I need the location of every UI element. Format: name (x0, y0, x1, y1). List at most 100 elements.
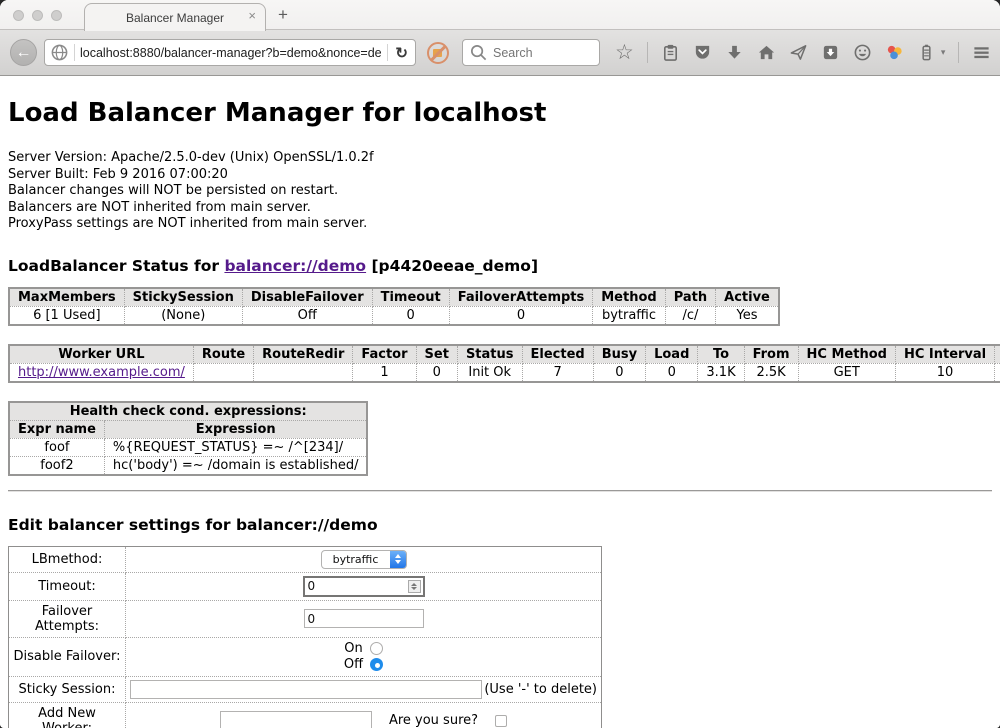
content-blocked-icon[interactable] (427, 42, 449, 64)
server-built-line: Server Built: Feb 9 2016 07:00:20 (8, 167, 992, 184)
page-content: Load Balancer Manager for localhost Serv… (0, 76, 1000, 728)
number-spinner-icon[interactable] (408, 580, 421, 593)
persist-note-line: Balancer changes will NOT be persisted o… (8, 183, 992, 200)
balancer-demo-link[interactable]: balancer://demo (224, 257, 366, 275)
are-you-sure-checkbox[interactable] (495, 715, 507, 727)
load-cell: 0 (646, 363, 698, 382)
expression-cell: hc('body') =~ /domain is established/ (104, 456, 367, 475)
lbmethod-selected-value: bytraffic (322, 553, 390, 566)
toolbar-divider (958, 42, 959, 63)
zoom-window-button[interactable] (51, 10, 62, 21)
sticky-session-input[interactable] (130, 680, 482, 699)
sticky-session-cell: (Use '-' to delete) (126, 676, 602, 702)
timeout-cell: 0 (372, 306, 449, 325)
failover-on-radio[interactable] (370, 642, 383, 655)
hc-interval-cell: 10 (895, 363, 994, 382)
feedback-smiley-icon[interactable] (853, 43, 872, 62)
failover-attempts-input[interactable] (304, 609, 424, 628)
proxypass-note-line: ProxyPass settings are NOT inherited fro… (8, 216, 992, 233)
column-header: Active (716, 288, 779, 307)
balancer-status-table: MaxMembersStickySessionDisableFailoverTi… (8, 287, 780, 326)
tab-close-icon[interactable]: × (248, 9, 256, 22)
clipboard-icon[interactable] (661, 43, 680, 62)
column-header: From (744, 345, 798, 364)
hc-header-row: Expr nameExpression (9, 420, 367, 438)
timeout-input[interactable]: 0 (303, 576, 425, 597)
column-header: Passes (995, 345, 1000, 364)
column-header: Route (193, 345, 253, 364)
sticky-session-row: Sticky Session: (Use '-' to delete) (9, 676, 602, 702)
search-input[interactable] (493, 46, 593, 60)
toolbar-icons: ☆ (615, 42, 1000, 63)
browser-window: Balancer Manager × + ← localhost:8880/ba… (0, 0, 1000, 728)
timeout-value-cell: 0 (126, 572, 602, 600)
column-header: To (698, 345, 744, 364)
disable-failover-label: Disable Failover: (9, 637, 126, 676)
download-arrow-icon[interactable] (725, 43, 744, 62)
pocket-icon[interactable] (693, 43, 712, 62)
back-button[interactable]: ← (10, 39, 37, 66)
column-header: FailoverAttempts (449, 288, 593, 307)
hc-expr-row: foof2 hc('body') =~ /domain is establish… (9, 456, 367, 475)
to-cell: 3.1K (698, 363, 744, 382)
worker-url-cell: http://www.example.com/ (9, 363, 193, 382)
worker-url-link[interactable]: http://www.example.com/ (18, 365, 185, 380)
search-bar[interactable] (462, 39, 600, 66)
edit-balancer-heading: Edit balancer settings for balancer://de… (8, 516, 992, 534)
status-heading-suffix: [p4420eeae_demo] (366, 257, 538, 275)
column-header: Expression (104, 420, 367, 438)
column-header: Set (416, 345, 457, 364)
passes-cell: 1 (0) (995, 363, 1000, 382)
menu-hamburger-icon[interactable] (972, 43, 991, 62)
url-text[interactable]: localhost:8880/balancer-manager?b=demo&n… (80, 46, 382, 60)
color-dots-extension-icon[interactable] (885, 43, 904, 62)
bookmark-star-icon[interactable]: ☆ (615, 43, 634, 62)
disable-failover-cell: On Off (126, 637, 602, 676)
add-worker-label: Add New Worker: (9, 702, 126, 728)
home-icon[interactable] (757, 43, 776, 62)
select-stepper-icon (390, 551, 406, 568)
failover-attempts-cell (126, 600, 602, 637)
column-header: Busy (593, 345, 645, 364)
disablefailover-cell: Off (242, 306, 372, 325)
tab-balancer-manager[interactable]: Balancer Manager × (84, 3, 266, 31)
reload-icon[interactable]: ↻ (393, 44, 410, 62)
loadbalancer-status-heading: LoadBalancer Status for balancer://demo … (8, 257, 992, 275)
lbmethod-select[interactable]: bytraffic (321, 550, 407, 569)
toolbar-divider (647, 42, 648, 63)
hc-expr-row: foof %{REQUEST_STATUS} =~ /^[234]/ (9, 438, 367, 456)
radio-off-label: Off (344, 657, 363, 673)
battery-extension-icon[interactable] (917, 43, 936, 62)
column-header: MaxMembers (9, 288, 124, 307)
column-header: Path (665, 288, 715, 307)
minimize-window-button[interactable] (32, 10, 43, 21)
column-header: HC Method (798, 345, 895, 364)
column-header: Timeout (372, 288, 449, 307)
hc-table-title: Health check cond. expressions: (9, 402, 367, 421)
overflow-caret-icon[interactable]: ▾ (941, 47, 946, 58)
add-worker-row: Add New Worker: Are you sure? (9, 702, 602, 728)
stickysession-cell: (None) (124, 306, 242, 325)
are-you-sure-label: Are you sure? (389, 713, 478, 728)
download-panel-icon[interactable] (821, 43, 840, 62)
disable-failover-row: Disable Failover: On Off (9, 637, 602, 676)
status-cell: Init Ok (457, 363, 522, 382)
routeredir-cell (254, 363, 353, 382)
section-divider (8, 490, 992, 492)
column-header: StickySession (124, 288, 242, 307)
health-check-table: Health check cond. expressions: Expr nam… (8, 401, 368, 476)
new-tab-button[interactable]: + (278, 5, 288, 25)
close-window-button[interactable] (13, 10, 24, 21)
elected-cell: 7 (522, 363, 593, 382)
column-header: Status (457, 345, 522, 364)
send-plane-icon[interactable] (789, 43, 808, 62)
inherit-note-line: Balancers are NOT inherited from main se… (8, 200, 992, 217)
add-worker-input[interactable] (220, 711, 372, 728)
urlbar-divider (387, 44, 388, 61)
failover-off-radio[interactable] (370, 658, 383, 671)
url-bar[interactable]: localhost:8880/balancer-manager?b=demo&n… (44, 39, 416, 66)
balancer-data-row: 6 [1 Used] (None) Off 0 0 bytraffic /c/ … (9, 306, 779, 325)
column-header: DisableFailover (242, 288, 372, 307)
sticky-session-label: Sticky Session: (9, 676, 126, 702)
column-header: Expr name (9, 420, 104, 438)
